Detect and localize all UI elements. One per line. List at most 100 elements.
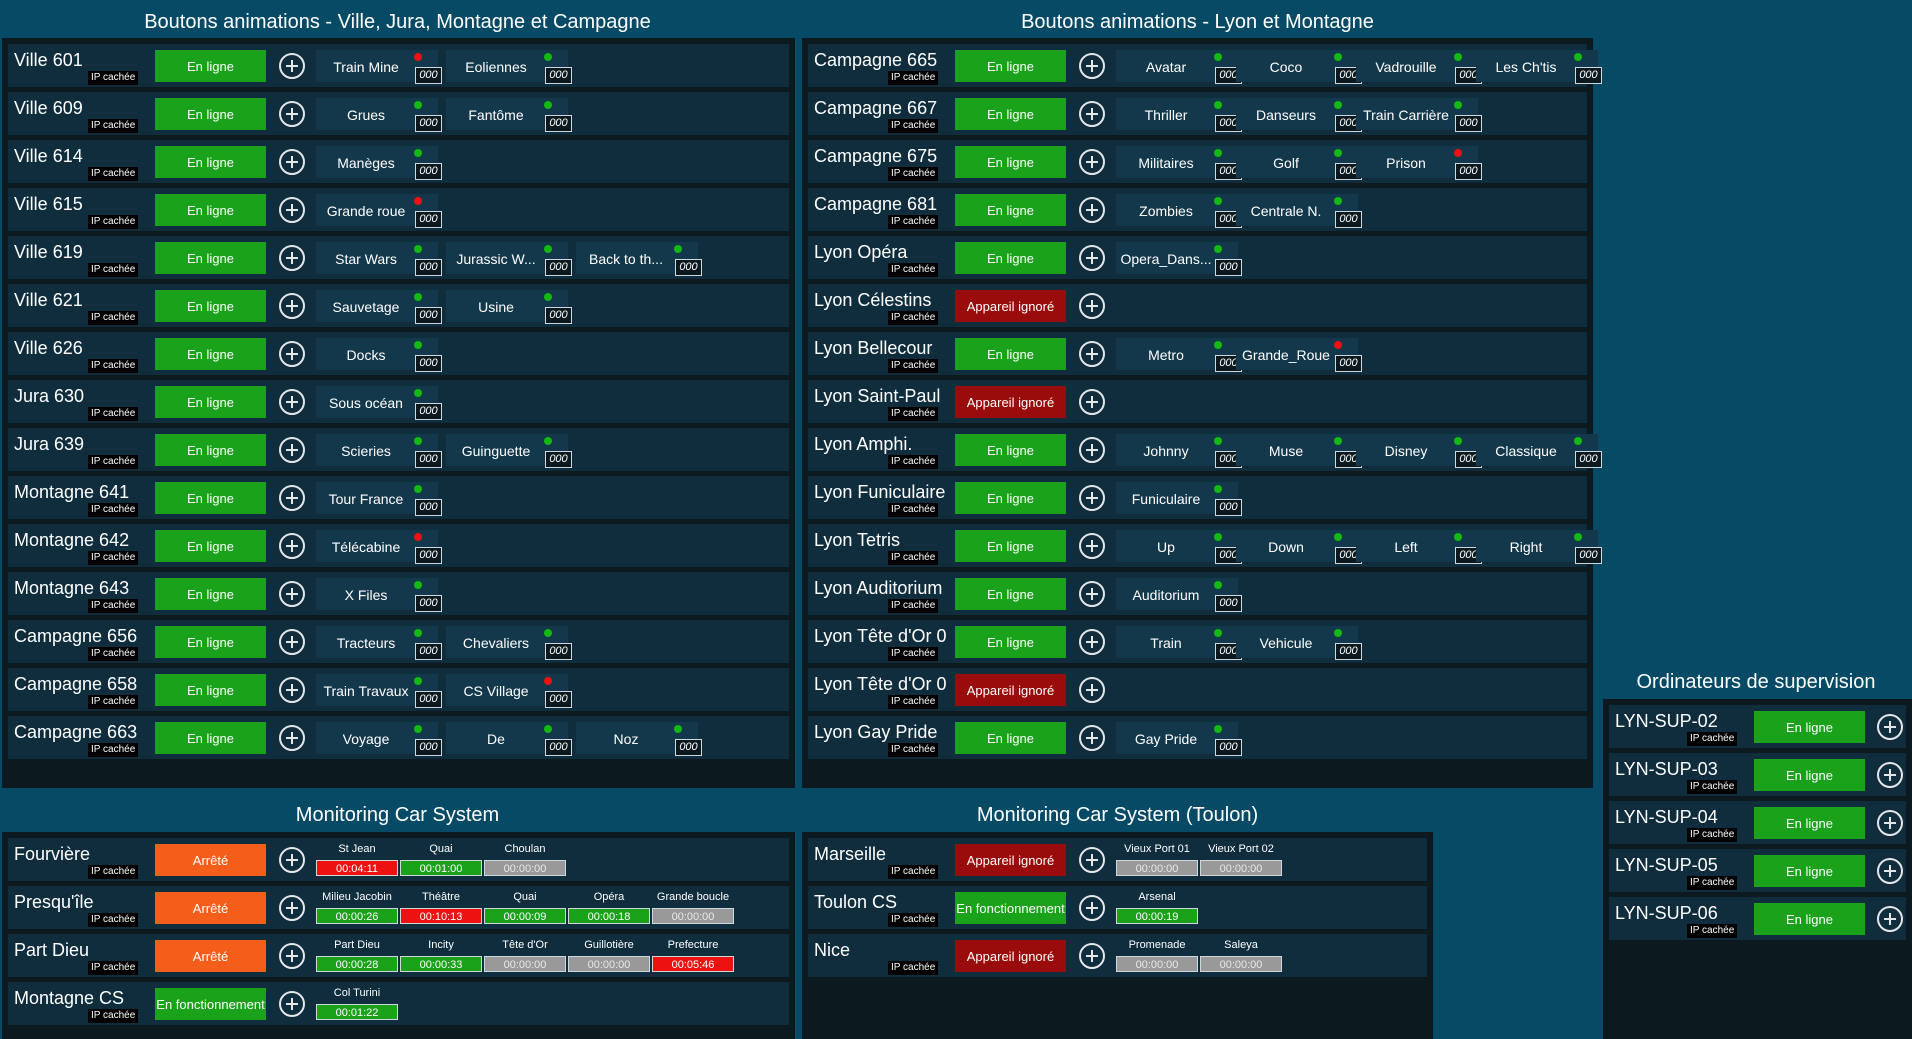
add-icon[interactable] xyxy=(1079,581,1105,607)
animation-button[interactable]: Usine 000 xyxy=(446,290,572,324)
animation-button[interactable]: Metro 000 xyxy=(1116,338,1242,372)
animation-button[interactable]: Grande roue 000 xyxy=(316,194,442,228)
add-icon[interactable] xyxy=(279,53,305,79)
status-button[interactable]: En ligne xyxy=(155,386,266,418)
status-button[interactable]: Appareil ignoré xyxy=(955,290,1066,322)
status-button[interactable]: Arrêté xyxy=(155,892,266,924)
animation-button[interactable]: Muse 000 xyxy=(1236,434,1362,468)
animation-button[interactable]: Train Mine 000 xyxy=(316,50,442,84)
status-button[interactable]: En ligne xyxy=(155,146,266,178)
add-icon[interactable] xyxy=(1079,53,1105,79)
add-icon[interactable] xyxy=(279,149,305,175)
status-button[interactable]: En ligne xyxy=(955,722,1066,754)
add-icon[interactable] xyxy=(279,581,305,607)
animation-button[interactable]: Up 000 xyxy=(1116,530,1242,564)
animation-button[interactable]: Vadrouille 000 xyxy=(1356,50,1482,84)
status-button[interactable]: En ligne xyxy=(955,482,1066,514)
animation-button[interactable]: Noz 000 xyxy=(576,722,702,756)
status-button[interactable]: En ligne xyxy=(155,626,266,658)
animation-button[interactable]: Sauvetage 000 xyxy=(316,290,442,324)
animation-button[interactable]: Thriller 000 xyxy=(1116,98,1242,132)
add-icon[interactable] xyxy=(1079,389,1105,415)
add-icon[interactable] xyxy=(279,943,305,969)
animation-button[interactable]: Scieries 000 xyxy=(316,434,442,468)
status-button[interactable]: En ligne xyxy=(955,146,1066,178)
status-button[interactable]: En fonctionnement xyxy=(955,892,1066,924)
animation-button[interactable]: Fantôme 000 xyxy=(446,98,572,132)
status-button[interactable]: Appareil ignoré xyxy=(955,674,1066,706)
animation-button[interactable]: Gay Pride 000 xyxy=(1116,722,1242,756)
add-icon[interactable] xyxy=(279,341,305,367)
add-icon[interactable] xyxy=(1079,725,1105,751)
status-button[interactable]: Appareil ignoré xyxy=(955,844,1066,876)
animation-button[interactable]: Tour France 000 xyxy=(316,482,442,516)
status-button[interactable]: En ligne xyxy=(155,338,266,370)
status-button[interactable]: Arrêté xyxy=(155,844,266,876)
animation-button[interactable]: Train 000 xyxy=(1116,626,1242,660)
add-icon[interactable] xyxy=(279,677,305,703)
add-icon[interactable] xyxy=(1079,197,1105,223)
animation-button[interactable]: Train Travaux 000 xyxy=(316,674,442,708)
add-icon[interactable] xyxy=(279,437,305,463)
animation-button[interactable]: X Files 000 xyxy=(316,578,442,612)
animation-button[interactable]: Johnny 000 xyxy=(1116,434,1242,468)
status-button[interactable]: En ligne xyxy=(955,242,1066,274)
animation-button[interactable]: De 000 xyxy=(446,722,572,756)
animation-button[interactable]: Danseurs 000 xyxy=(1236,98,1362,132)
status-button[interactable]: En ligne xyxy=(955,530,1066,562)
status-button[interactable]: Appareil ignoré xyxy=(955,386,1066,418)
status-button[interactable]: En ligne xyxy=(155,242,266,274)
add-icon[interactable] xyxy=(1079,629,1105,655)
add-icon[interactable] xyxy=(1079,437,1105,463)
add-icon[interactable] xyxy=(1079,943,1105,969)
status-button[interactable]: En ligne xyxy=(155,578,266,610)
status-button[interactable]: En ligne xyxy=(155,50,266,82)
add-icon[interactable] xyxy=(1877,762,1903,788)
add-icon[interactable] xyxy=(279,485,305,511)
add-icon[interactable] xyxy=(1877,810,1903,836)
animation-button[interactable]: Grande_Roue 000 xyxy=(1236,338,1362,372)
animation-button[interactable]: Coco 000 xyxy=(1236,50,1362,84)
animation-button[interactable]: Opera_Dans... 000 xyxy=(1116,242,1242,276)
status-button[interactable]: En ligne xyxy=(955,98,1066,130)
status-button[interactable]: En ligne xyxy=(955,194,1066,226)
status-button[interactable]: En ligne xyxy=(1754,759,1865,791)
add-icon[interactable] xyxy=(279,895,305,921)
animation-button[interactable]: Down 000 xyxy=(1236,530,1362,564)
animation-button[interactable]: Sous océan 000 xyxy=(316,386,442,420)
animation-button[interactable]: Docks 000 xyxy=(316,338,442,372)
add-icon[interactable] xyxy=(279,991,305,1017)
add-icon[interactable] xyxy=(279,629,305,655)
animation-button[interactable]: Tracteurs 000 xyxy=(316,626,442,660)
animation-button[interactable]: Voyage 000 xyxy=(316,722,442,756)
status-button[interactable]: En ligne xyxy=(955,338,1066,370)
status-button[interactable]: En ligne xyxy=(155,530,266,562)
animation-button[interactable]: Star Wars 000 xyxy=(316,242,442,276)
status-button[interactable]: En ligne xyxy=(1754,855,1865,887)
add-icon[interactable] xyxy=(279,197,305,223)
animation-button[interactable]: Vehicule 000 xyxy=(1236,626,1362,660)
add-icon[interactable] xyxy=(1079,101,1105,127)
animation-button[interactable]: Avatar 000 xyxy=(1116,50,1242,84)
status-button[interactable]: En ligne xyxy=(155,482,266,514)
add-icon[interactable] xyxy=(1079,293,1105,319)
add-icon[interactable] xyxy=(1079,895,1105,921)
animation-button[interactable]: Télécabine 000 xyxy=(316,530,442,564)
status-button[interactable]: En ligne xyxy=(155,674,266,706)
animation-button[interactable]: Auditorium 000 xyxy=(1116,578,1242,612)
animation-button[interactable]: Grues 000 xyxy=(316,98,442,132)
animation-button[interactable]: Left 000 xyxy=(1356,530,1482,564)
animation-button[interactable]: Back to th... 000 xyxy=(576,242,702,276)
add-icon[interactable] xyxy=(1079,847,1105,873)
status-button[interactable]: En fonctionnement xyxy=(155,988,266,1020)
add-icon[interactable] xyxy=(279,725,305,751)
animation-button[interactable]: CS Village 000 xyxy=(446,674,572,708)
animation-button[interactable]: Prison 000 xyxy=(1356,146,1482,180)
animation-button[interactable]: Zombies 000 xyxy=(1116,194,1242,228)
animation-button[interactable]: Eoliennes 000 xyxy=(446,50,572,84)
status-button[interactable]: En ligne xyxy=(955,50,1066,82)
add-icon[interactable] xyxy=(1079,149,1105,175)
add-icon[interactable] xyxy=(1877,858,1903,884)
add-icon[interactable] xyxy=(279,245,305,271)
add-icon[interactable] xyxy=(279,533,305,559)
